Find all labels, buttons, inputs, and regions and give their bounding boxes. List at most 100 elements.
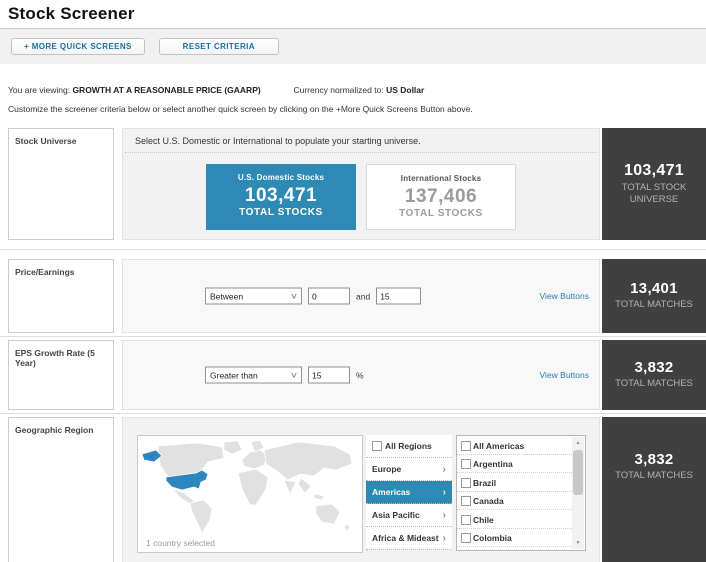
eps-total-matches-count: 3,832 xyxy=(634,359,674,377)
scroll-down-icon[interactable]: ▼ xyxy=(572,537,584,549)
viewing-status-line: You are viewing: GROWTH AT A REASONABLE … xyxy=(8,85,706,95)
region-item-asia-pacific[interactable]: Asia Pacific › xyxy=(366,504,452,527)
geo-total-matches-caption: TOTAL MATCHES xyxy=(615,470,693,481)
eps-growth-main: Greater than ∨ % View Buttons xyxy=(122,340,600,410)
row-divider xyxy=(0,336,706,337)
row-divider xyxy=(0,249,706,250)
pe-max-input[interactable] xyxy=(376,287,422,305)
international-title: International Stocks xyxy=(400,174,482,183)
map-africa xyxy=(237,468,269,506)
total-stock-universe-caption: TOTAL STOCK UNIVERSE xyxy=(621,181,687,205)
international-count: 137,406 xyxy=(404,186,478,207)
all-regions-label: All Regions xyxy=(385,441,432,451)
row-price-earnings: Price/Earnings Between ∨ and View Button… xyxy=(8,259,706,333)
chevron-right-icon: › xyxy=(442,509,446,521)
scroll-up-icon[interactable]: ▲ xyxy=(572,437,584,449)
country-item-all-americas[interactable]: All Americas xyxy=(457,436,572,455)
all-regions-checkbox[interactable] xyxy=(372,441,382,451)
world-map[interactable]: 1 country selected xyxy=(137,435,363,553)
eps-growth-label: EPS Growth Rate (5 Year) xyxy=(8,340,114,410)
viewing-value: GROWTH AT A REASONABLE PRICE (GAARP) xyxy=(72,85,261,95)
region-item-europe[interactable]: Europe › xyxy=(366,458,452,481)
region-americas-label: Americas xyxy=(372,487,411,497)
country-item-chile[interactable]: Chile xyxy=(457,510,572,529)
row-divider xyxy=(0,413,706,414)
row-eps-growth: EPS Growth Rate (5 Year) Greater than ∨ … xyxy=(8,340,706,410)
region-europe-label: Europe xyxy=(372,464,402,474)
country-label: Argentina xyxy=(473,459,513,469)
chevron-down-icon: ∨ xyxy=(289,291,299,301)
region-asia-pacific-label: Asia Pacific xyxy=(372,510,420,520)
region-item-americas[interactable]: Americas › xyxy=(366,481,452,504)
country-label: Canada xyxy=(473,496,504,506)
chevron-right-icon: › xyxy=(442,463,446,475)
map-canada xyxy=(157,442,225,478)
map-mexico-central-america xyxy=(171,488,195,505)
eps-operator-select[interactable]: Greater than ∨ xyxy=(205,366,302,384)
country-label: Colombia xyxy=(473,533,512,543)
all-americas-checkbox[interactable] xyxy=(461,440,471,451)
viewing-label: You are viewing: xyxy=(8,85,71,95)
international-caption: TOTAL STOCKS xyxy=(399,208,483,219)
geographic-region-main: 1 country selected All Regions Europe › … xyxy=(122,417,600,562)
geo-total-matches-count: 3,832 xyxy=(634,451,674,468)
pe-min-input[interactable] xyxy=(308,287,350,305)
eps-percent-label: % xyxy=(356,370,364,380)
country-list-scrollbar[interactable]: ▲ ▼ xyxy=(572,437,584,549)
argentina-checkbox[interactable] xyxy=(461,459,471,469)
row-geographic-region: Geographic Region 1 country selected All… xyxy=(8,417,706,562)
pe-operator-value: Between xyxy=(210,291,244,301)
map-greenland xyxy=(223,440,243,455)
map-new-zealand xyxy=(343,523,351,532)
region-africa-mideast-label: Africa & Mideast xyxy=(372,533,439,543)
row-stock-universe: Stock Universe Select U.S. Domestic or I… xyxy=(8,128,706,240)
quick-screens-toolbar: + MORE QUICK SCREENS RESET CRITERIA xyxy=(0,28,706,64)
chevron-right-icon: › xyxy=(442,486,446,498)
country-label: Brazil xyxy=(473,477,497,488)
world-map-svg xyxy=(141,439,353,534)
map-australia xyxy=(315,503,341,525)
eps-total-matches-panel: 3,832 TOTAL MATCHES xyxy=(602,340,706,410)
region-item-all-regions[interactable]: All Regions xyxy=(366,435,452,458)
country-item-argentina[interactable]: Argentina xyxy=(457,455,572,473)
pe-view-buttons-link[interactable]: View Buttons xyxy=(540,291,589,301)
more-quick-screens-button[interactable]: + MORE QUICK SCREENS xyxy=(11,38,145,55)
pe-total-matches-count: 13,401 xyxy=(630,280,678,298)
brazil-checkbox[interactable] xyxy=(461,477,471,488)
pe-and-label: and xyxy=(356,291,371,301)
canada-checkbox[interactable] xyxy=(461,496,471,506)
pe-total-matches-panel: 13,401 TOTAL MATCHES xyxy=(602,259,706,333)
international-stocks-card[interactable]: International Stocks 137,406 TOTAL STOCK… xyxy=(366,164,516,230)
stock-universe-main: Select U.S. Domestic or International to… xyxy=(122,128,600,240)
us-domestic-count: 103,471 xyxy=(244,185,318,206)
colombia-checkbox[interactable] xyxy=(461,533,471,543)
customize-instructions: Customize the screener criteria below or… xyxy=(8,104,473,114)
currency-value: US Dollar xyxy=(386,85,425,95)
pe-total-matches-caption: TOTAL MATCHES xyxy=(615,299,693,311)
stock-universe-label: Stock Universe xyxy=(8,128,114,240)
us-domestic-caption: TOTAL STOCKS xyxy=(239,207,323,218)
eps-total-matches-caption: TOTAL MATCHES xyxy=(615,378,693,390)
total-stock-universe-panel: 103,471 TOTAL STOCK UNIVERSE xyxy=(602,128,706,240)
country-item-colombia[interactable]: Colombia xyxy=(457,529,572,547)
us-domestic-stocks-card[interactable]: U.S. Domestic Stocks 103,471 TOTAL STOCK… xyxy=(206,164,356,230)
reset-criteria-button[interactable]: RESET CRITERIA xyxy=(158,38,279,55)
map-selection-status: 1 country selected xyxy=(146,538,215,548)
map-indonesia xyxy=(313,493,325,501)
chile-checkbox[interactable] xyxy=(461,514,471,525)
country-item-canada[interactable]: Canada xyxy=(457,492,572,510)
pe-operator-select[interactable]: Between ∨ xyxy=(205,287,302,305)
eps-view-buttons-link[interactable]: View Buttons xyxy=(540,370,589,380)
country-item-partial[interactable] xyxy=(457,547,572,550)
page-title: Stock Screener xyxy=(8,4,135,23)
country-item-brazil[interactable]: Brazil xyxy=(457,473,572,492)
price-earnings-main: Between ∨ and View Buttons xyxy=(122,259,600,333)
country-label: All Americas xyxy=(473,440,525,451)
eps-value-input[interactable] xyxy=(308,366,350,384)
chevron-down-icon: ∨ xyxy=(289,370,299,380)
stock-universe-instruction: Select U.S. Domestic or International to… xyxy=(125,129,597,153)
region-item-africa-mideast[interactable]: Africa & Mideast › xyxy=(366,527,452,550)
map-asia xyxy=(263,441,353,481)
scrollbar-thumb[interactable] xyxy=(573,450,583,495)
chevron-right-icon: › xyxy=(442,532,446,544)
